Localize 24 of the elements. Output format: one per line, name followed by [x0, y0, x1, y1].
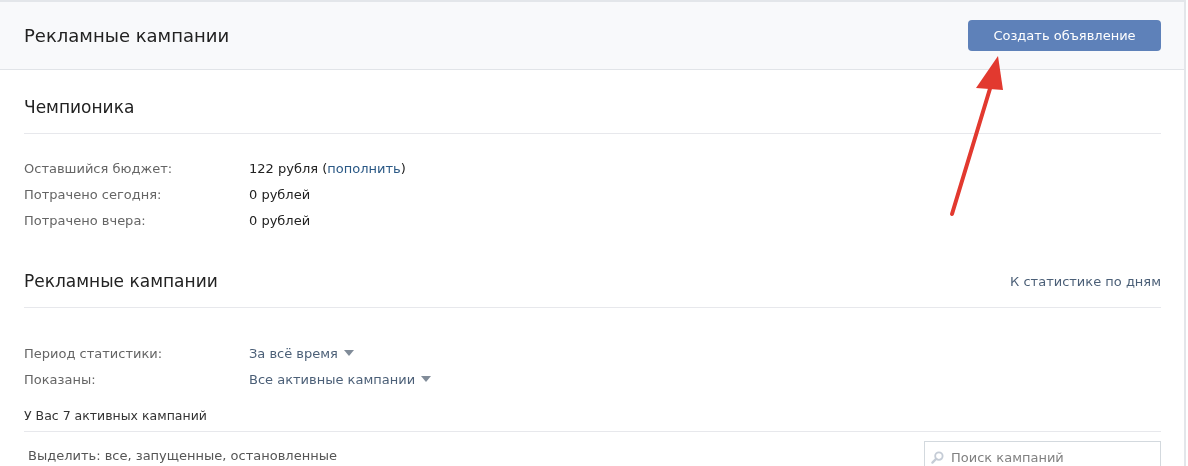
field-value: 122 рубля: [249, 160, 319, 176]
parenthesis: (: [322, 160, 328, 176]
section-title: Рекламные кампании: [24, 270, 218, 291]
page-title: Рекламные кампании: [24, 25, 230, 46]
top-up-link[interactable]: пополнить: [327, 160, 401, 176]
daily-stats-link[interactable]: К статистике по дням: [1010, 263, 1161, 289]
filter-dropdown[interactable]: Все активные кампании: [249, 371, 432, 387]
parenthesis: ): [400, 160, 406, 176]
field-label: Потрачено сегодня:: [24, 186, 163, 202]
caret-icon: [421, 376, 432, 382]
select-filter-text: Выделить: все, запущенные, остановленные: [27, 447, 337, 463]
filter-dropdown[interactable]: За всё время: [249, 345, 354, 361]
caret-icon: [343, 350, 354, 356]
field-label: Потрачено вчера:: [24, 212, 147, 228]
search-icon: [931, 451, 944, 464]
create-ad-button[interactable]: Создать объявление: [968, 20, 1161, 51]
field-value: 0 рублей: [249, 212, 311, 228]
campaign-count: У Вас 7 активных кампаний: [24, 408, 207, 423]
field-label: Оставшийся бюджет:: [24, 160, 174, 176]
field-label: Показаны:: [24, 371, 97, 387]
field-value: 0 рублей: [249, 186, 311, 202]
field-label: Период статистики:: [24, 345, 164, 361]
section-title: Чемпионика: [24, 95, 135, 117]
search-field[interactable]: Поиск кампаний: [924, 441, 1161, 466]
